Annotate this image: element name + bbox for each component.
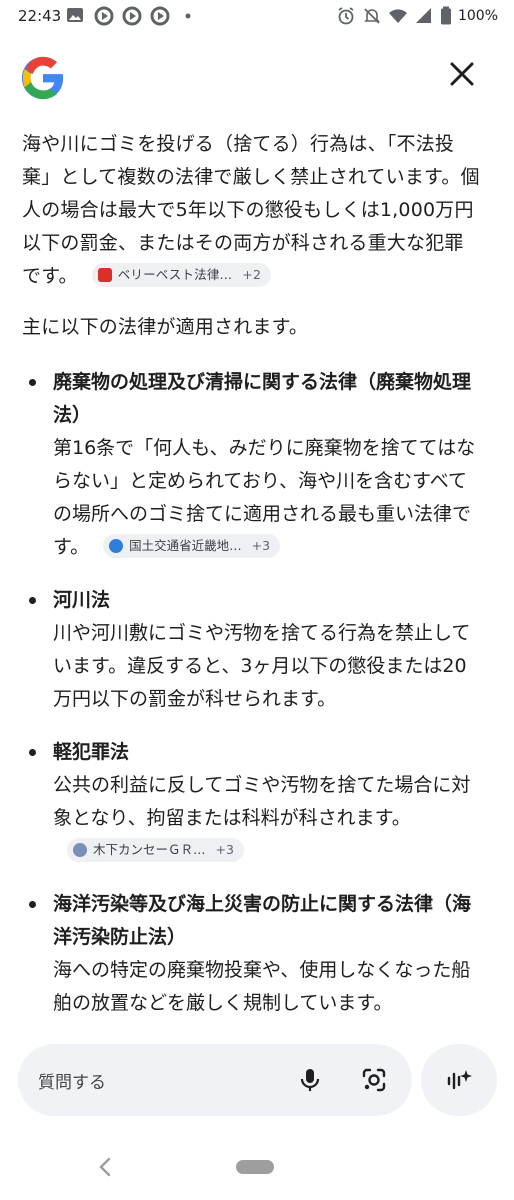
list-item-title: 軽犯罪法 [53,741,130,763]
law-list: 廃棄物の処理及び清掃に関する法律（廃棄物処理法） 第16条で「何人も、みだりに廃… [22,366,480,1020]
mic-icon[interactable] [296,1066,324,1094]
battery-icon [440,6,452,26]
source-chip[interactable]: 木下カンセーＧＲ… +3 [67,837,244,862]
source-favicon-icon [109,538,124,553]
alarm-icon [336,6,356,26]
wifi-icon [388,6,408,26]
list-item: 河川法 川や河川敷にゴミや汚物を捨てる行為を禁止しています。違反すると、3ヶ月以… [22,584,480,716]
intro-paragraph: 海や川にゴミを投げる（捨てる）行為は、「不法投棄」として複数の法律で厳しく禁止さ… [22,128,480,293]
ai-answer: 海や川にゴミを投げる（捨てる）行為は、「不法投棄」として複数の法律で厳しく禁止さ… [22,128,480,1040]
source-chip[interactable]: 国土交通省近畿地… +3 [103,533,281,558]
list-item-body: 第16条で「何人も、みだりに廃棄物を捨ててはならない」と定められており、海や川を… [53,432,480,564]
back-button[interactable] [94,1155,118,1179]
list-item-body: 公共の利益に反してゴミや汚物を捨てた場合に対象となり、拘留または科料が科されます… [53,769,480,868]
back-chevron-icon [94,1157,118,1183]
source-chip-label: 国土交通省近畿地… [129,538,242,553]
source-chip-count: +2 [242,267,262,282]
ai-mode-button[interactable] [421,1044,497,1116]
notifications-off-icon [362,6,382,26]
source-chip-label: ベリーベスト法律… [117,267,233,282]
ask-input[interactable]: 質問する [18,1044,412,1116]
source-favicon-icon [97,267,112,282]
close-button[interactable] [444,56,480,92]
dot-icon [178,6,198,26]
image-icon [66,6,86,26]
google-logo [20,55,66,101]
list-item-body: 海への特定の廃棄物投棄や、使用しなくなった船舶の放置などを厳しく規制しています。 [53,959,471,1014]
lens-icon[interactable] [360,1066,388,1094]
ask-placeholder: 質問する [38,1073,106,1093]
close-icon [444,62,480,96]
list-item-title: 河川法 [53,589,111,611]
list-item-body: 川や河川敷にゴミや汚物を捨てる行為を禁止しています。違反すると、3ヶ月以下の懲役… [53,622,471,710]
cast-icon [150,6,170,26]
list-item: 廃棄物の処理及び清掃に関する法律（廃棄物処理法） 第16条で「何人も、みだりに廃… [22,366,480,564]
cast-icon [122,6,142,26]
source-favicon-icon [73,842,87,857]
source-chip-count: +3 [215,842,234,857]
signal-icon [414,6,434,26]
status-bar: 22:43 100% [0,0,514,34]
list-item-title: 廃棄物の処理及び清掃に関する法律（廃棄物処理法） [53,371,472,426]
source-chip[interactable]: ベリーベスト法律… +2 [91,262,272,287]
source-chip-label: 木下カンセーＧＲ… [93,842,206,857]
battery-percent: 100% [457,8,498,24]
source-chip-count: +3 [251,538,271,553]
home-pill[interactable] [236,1160,274,1174]
list-item: 軽犯罪法 公共の利益に反してゴミや汚物を捨てた場合に対象となり、拘留または科料が… [22,736,480,868]
list-item: 海洋汚染等及び海上災害の防止に関する法律（海洋汚染防止法） 海への特定の廃棄物投… [22,888,480,1020]
status-right-icons: 100% [336,6,498,26]
status-left-icons [66,6,198,26]
status-time: 22:43 [18,7,62,25]
cast-icon [94,6,114,26]
list-item-text: 公共の利益に反してゴミや汚物を捨てた場合に対象となり、拘留または科料が科されます… [53,774,471,829]
list-item-title: 海洋汚染等及び海上災害の防止に関する法律（海洋汚染防止法） [53,893,472,948]
lead-paragraph: 主に以下の法律が適用されます。 [22,316,309,338]
